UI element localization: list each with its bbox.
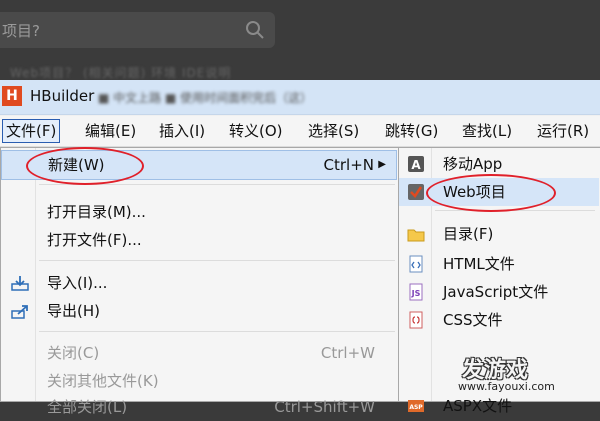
title-bar: H HBuilder ■ 中文上路 ■ 使用时间面积完后（这）: [0, 80, 600, 115]
menu-item-new-shortcut: Ctrl+N: [323, 156, 374, 174]
background-search-text: 项目?: [2, 22, 40, 40]
menu-insert[interactable]: 插入(I): [156, 120, 208, 142]
menu-item-close-all-label: 全部关闭(L): [47, 398, 128, 416]
menu-edit[interactable]: 编辑(E): [82, 120, 139, 142]
menu-select[interactable]: 选择(S): [305, 120, 362, 142]
menu-item-open-directory[interactable]: 打开目录(M)...: [1, 198, 397, 226]
menu-item-close-others[interactable]: 关闭其他文件(K): [1, 367, 397, 395]
menu-item-open-file[interactable]: 打开文件(F)...: [1, 226, 397, 254]
file-menu-dropdown: 新建(W) Ctrl+N ▶ 打开目录(M)... 打开文件(F)... 导入(…: [0, 147, 400, 416]
svg-text:ASP: ASP: [409, 404, 423, 411]
submenu-item-html-file[interactable]: HTML文件: [399, 250, 599, 278]
menu-item-close[interactable]: 关闭(C) Ctrl+W: [1, 339, 397, 367]
menu-item-import[interactable]: 导入(I)...: [1, 269, 397, 297]
menu-separator: [39, 260, 395, 261]
background-page: 项目? Web项目？ (相关问题) 环境 IDE说明: [0, 0, 600, 80]
submenu-item-javascript-file-label: JavaScript文件: [443, 283, 549, 301]
window-title: HBuilder: [30, 87, 95, 105]
js-file-icon: JS: [409, 283, 423, 301]
svg-text:A: A: [411, 158, 421, 172]
menu-escape[interactable]: 转义(O): [226, 120, 286, 142]
mobile-app-icon: A: [408, 156, 424, 172]
folder-icon: [407, 229, 425, 242]
menu-item-open-directory-label: 打开目录(M)...: [47, 203, 146, 221]
menu-item-export[interactable]: 导出(H): [1, 297, 397, 325]
menu-goto[interactable]: 跳转(G): [382, 120, 441, 142]
web-project-icon: [408, 184, 424, 200]
title-bar-blurred-tabs: ■ 中文上路 ■ 使用时间面积完后（这）: [98, 91, 313, 105]
watermark-url: www.fayouxi.com: [458, 380, 555, 393]
background-search-box: 项目?: [0, 12, 275, 48]
menu-item-close-shortcut: Ctrl+W: [320, 344, 375, 362]
submenu-arrow-icon: ▶: [378, 159, 386, 170]
hbuilder-logo-icon: H: [2, 86, 22, 106]
annotation-circle-web-project: [426, 174, 556, 212]
submenu-item-html-file-label: HTML文件: [443, 255, 515, 273]
menu-item-close-others-label: 关闭其他文件(K): [47, 372, 159, 390]
menu-item-close-all[interactable]: 全部关闭(L) Ctrl+Shift+W: [1, 393, 397, 421]
menu-item-close-label: 关闭(C): [47, 344, 100, 362]
import-icon: [11, 276, 29, 291]
menu-file[interactable]: 文件(F): [2, 119, 61, 143]
annotation-circle-new: [26, 147, 144, 185]
search-icon: [246, 21, 264, 39]
submenu-item-css-file-label: CSS文件: [443, 311, 503, 329]
menu-item-close-all-shortcut: Ctrl+Shift+W: [274, 398, 375, 416]
menu-item-open-file-label: 打开文件(F)...: [47, 231, 142, 249]
menu-run[interactable]: 运行(R): [534, 120, 592, 142]
menu-bar: 文件(F) 编辑(E) 插入(I) 转义(O) 选择(S) 跳转(G) 查找(L…: [0, 116, 600, 147]
background-blurred-text: Web项目？ (相关问题) 环境 IDE说明: [10, 66, 232, 80]
css-file-icon: [409, 311, 423, 329]
menu-item-export-label: 导出(H): [47, 302, 100, 320]
svg-text:JS: JS: [411, 289, 421, 298]
submenu-item-javascript-file[interactable]: JS JavaScript文件: [399, 278, 599, 306]
submenu-item-css-file[interactable]: CSS文件: [399, 306, 599, 334]
menu-item-import-label: 导入(I)...: [47, 274, 108, 292]
menu-find[interactable]: 查找(L): [459, 120, 515, 142]
submenu-item-directory-label: 目录(F): [443, 225, 494, 243]
submenu-item-directory[interactable]: 目录(F): [399, 220, 599, 248]
menu-separator: [39, 331, 395, 332]
html-file-icon: [409, 255, 423, 273]
watermark: 发游戏 www.fayouxi.com: [444, 352, 600, 400]
export-icon: [11, 305, 28, 319]
